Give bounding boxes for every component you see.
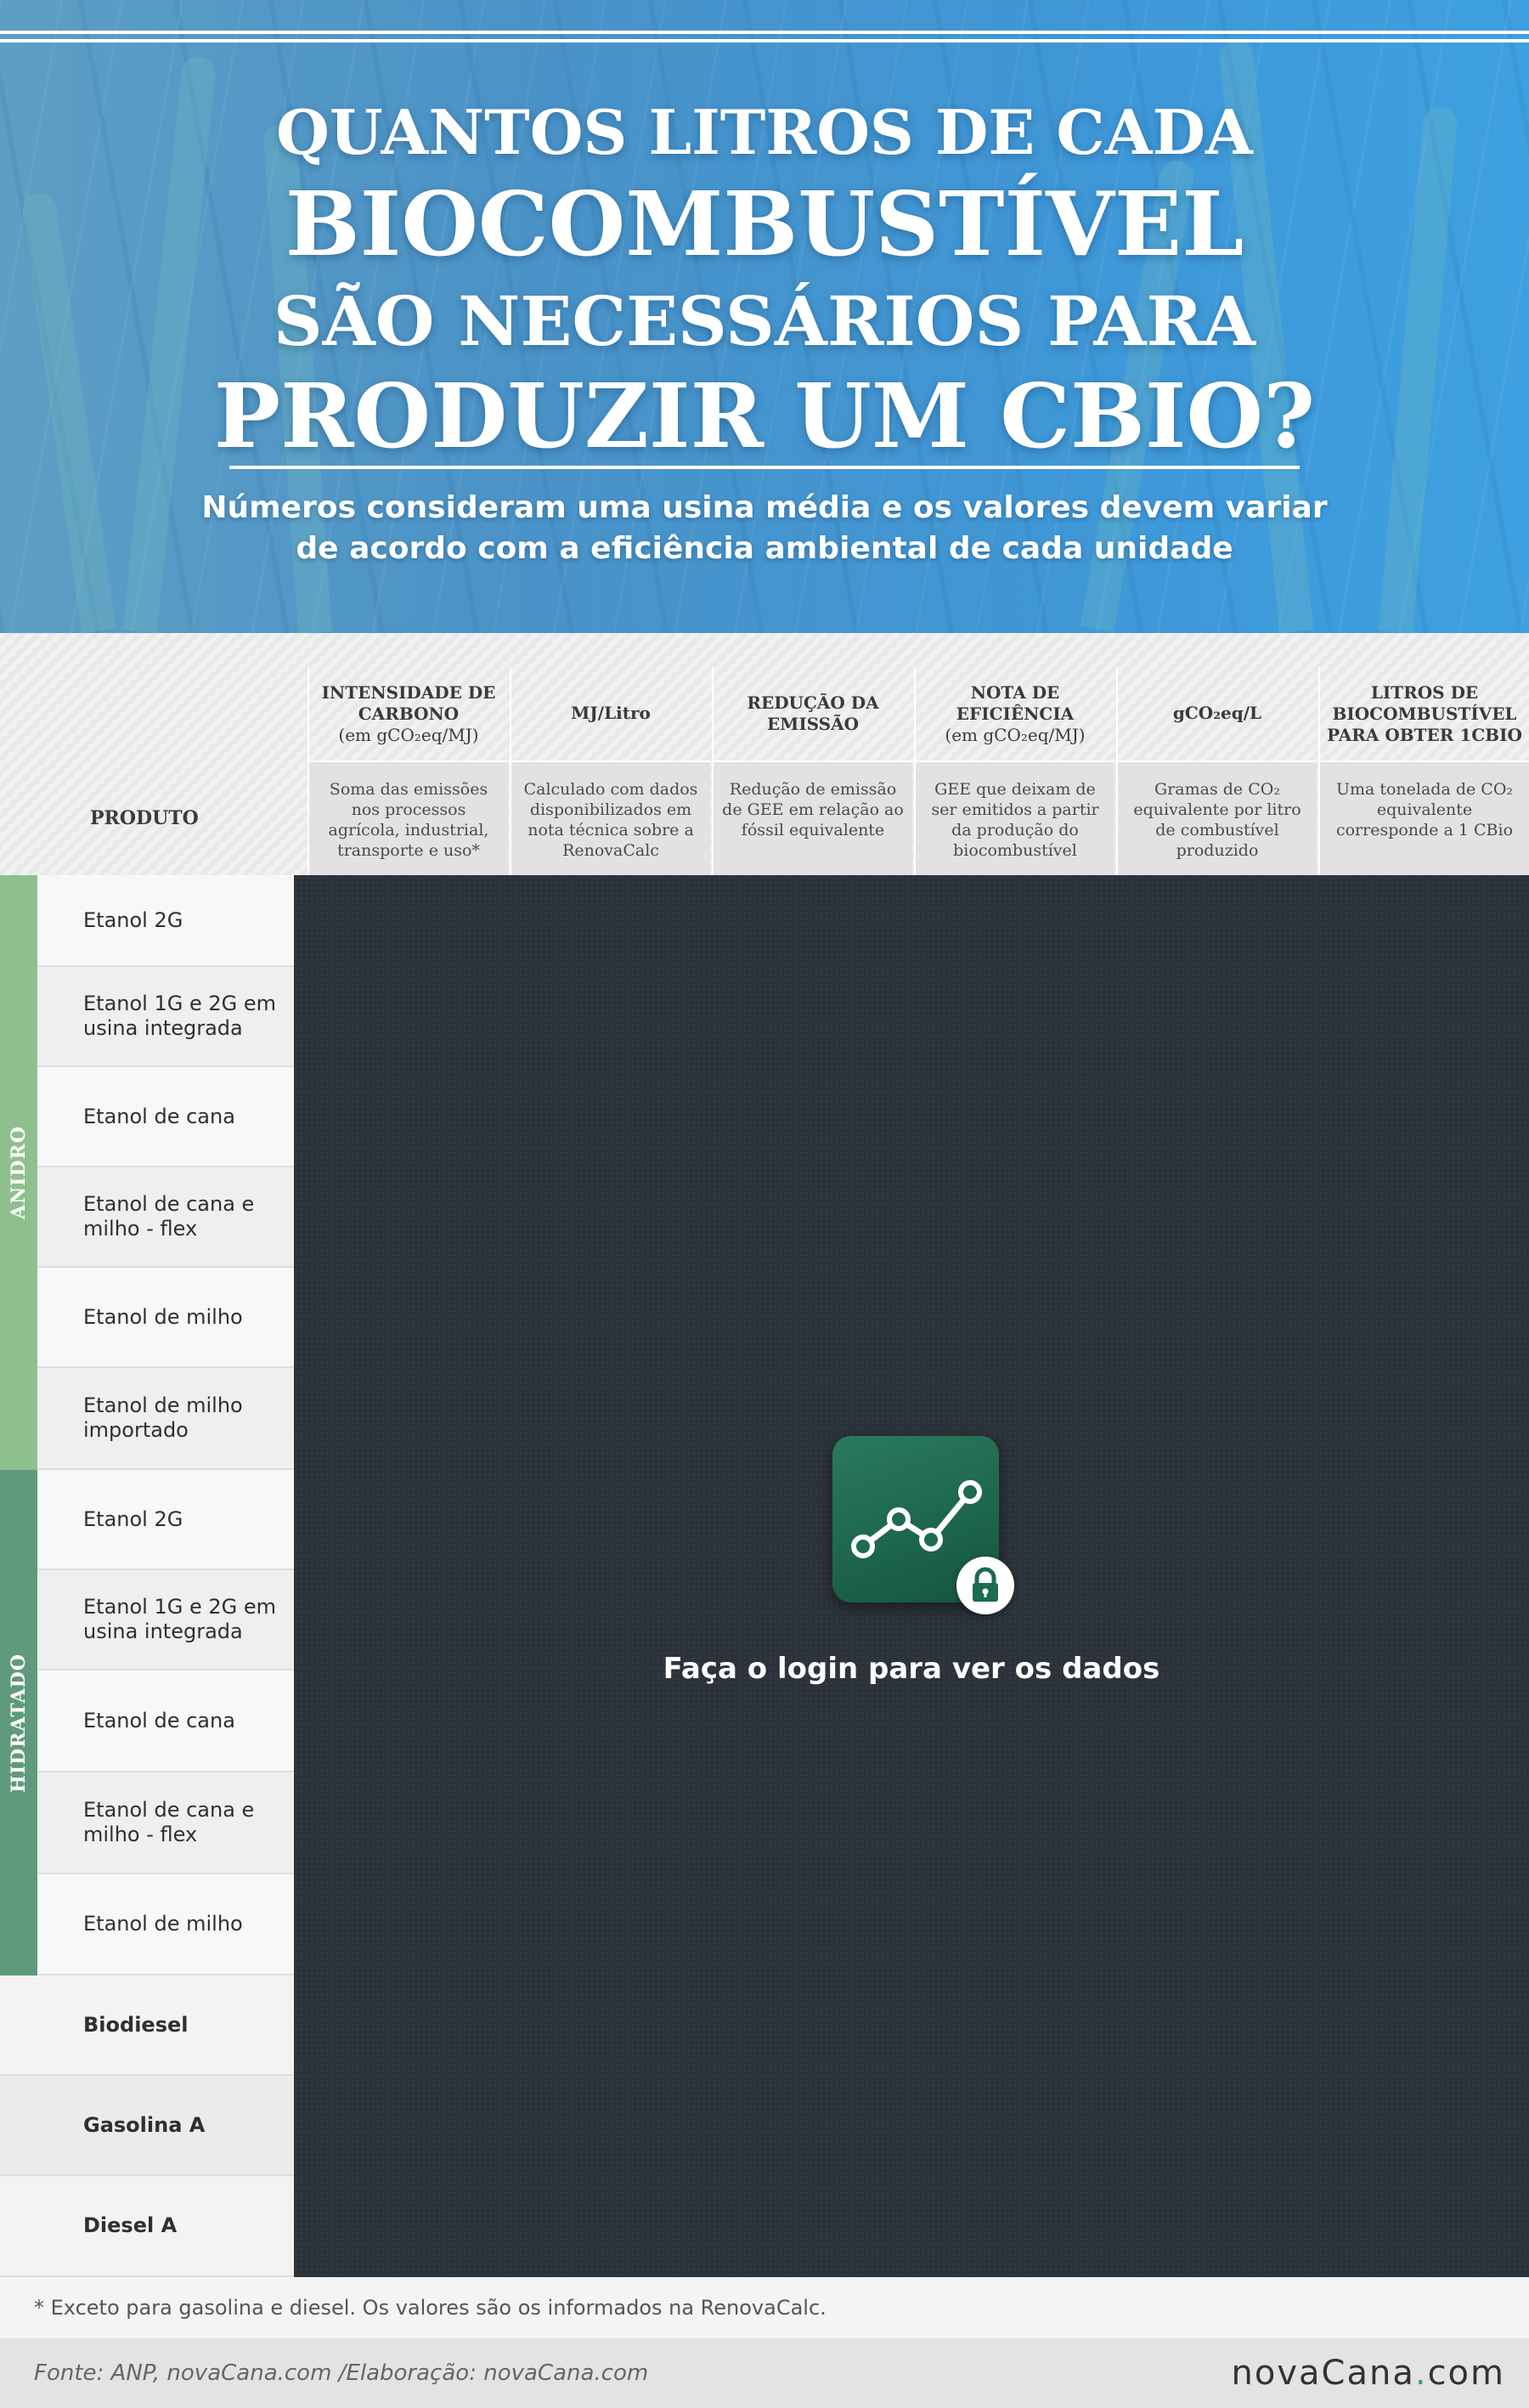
hero-banner: QUANTOS LITROS DE CADA BIOCOMBUSTÍVEL SÃ… xyxy=(0,0,1529,633)
row-label: Etanol 1G e 2G em usina integrada xyxy=(83,992,277,1040)
source-text: Fonte: ANP, novaCana.com /Elaboração: no… xyxy=(34,2360,649,2386)
page-title: QUANTOS LITROS DE CADA BIOCOMBUSTÍVEL SÃ… xyxy=(0,102,1529,461)
column-header: NOTA DE EFICIÊNCIA (em gCO₂eq/MJ) xyxy=(916,667,1114,760)
row-label: Etanol de milho importado xyxy=(83,1393,243,1442)
table-row: Diesel A xyxy=(0,2176,294,2277)
row-label: Etanol de cana xyxy=(83,1708,235,1733)
table-row: Etanol de cana xyxy=(37,1670,294,1772)
column-reducao-emissao: REDUÇÃO DA EMISSÃO Redução de emissão de… xyxy=(712,667,912,875)
column-title: REDUÇÃO DA EMISSÃO xyxy=(747,692,879,734)
footnote: * Exceto para gasolina e diesel. Os valo… xyxy=(0,2277,1529,2338)
column-description: Gramas de CO₂ equivalente por litro de c… xyxy=(1118,760,1317,875)
group-label-hidratado: HIDRATADO xyxy=(8,1653,30,1793)
table-row: Etanol de milho importado xyxy=(37,1368,294,1470)
row-label: Etanol 1G e 2G em usina integrada xyxy=(83,1595,277,1643)
column-description: Redução de emissão de GEE em relação ao … xyxy=(714,760,912,875)
table-row: Etanol 1G e 2G em usina integrada xyxy=(37,967,294,1067)
column-title: MJ/Litro xyxy=(571,703,651,723)
produto-column-label: PRODUTO xyxy=(90,807,199,829)
row-label: Etanol de milho xyxy=(83,1912,243,1936)
column-title: INTENSIDADE DE CARBONO xyxy=(321,682,496,724)
column-header: gCO₂eq/L xyxy=(1118,667,1317,760)
row-label: Etanol de cana e milho - flex xyxy=(83,1798,255,1846)
column-title: LITROS DE BIOCOMBUSTÍVEL PARA OBTER 1CBI… xyxy=(1327,682,1522,745)
group-label-anidro: ANIDRO xyxy=(8,1126,30,1219)
column-header: MJ/Litro xyxy=(511,667,710,760)
brand-tld: com xyxy=(1427,2354,1505,2393)
column-unit: (em gCO₂eq/MJ) xyxy=(338,725,479,745)
table-row: Biodiesel xyxy=(0,1976,294,2076)
column-header: INTENSIDADE DE CARBONO (em gCO₂eq/MJ) xyxy=(309,667,508,760)
column-description: Soma das emissões nos processos agrícola… xyxy=(309,760,508,875)
title-line-2: BIOCOMBUSTÍVEL xyxy=(285,172,1244,276)
column-gco2eq-l: gCO₂eq/L Gramas de CO₂ equivalente por l… xyxy=(1116,667,1317,875)
column-mj-litro: MJ/Litro Calculado com dados disponibili… xyxy=(510,667,710,875)
row-label: Gasolina A xyxy=(83,2112,206,2137)
table-row: Etanol de cana e milho - flex xyxy=(37,1772,294,1874)
table-row: Gasolina A xyxy=(0,2076,294,2176)
table-row: Etanol de milho xyxy=(37,1874,294,1976)
login-prompt[interactable]: Faça o login para ver os dados xyxy=(294,1652,1529,1686)
column-litros-cbio: LITROS DE BIOCOMBUSTÍVEL PARA OBTER 1CBI… xyxy=(1318,667,1529,875)
column-intensidade-carbono: INTENSIDADE DE CARBONO (em gCO₂eq/MJ) So… xyxy=(307,667,508,875)
row-label: Etanol 2G xyxy=(83,1506,183,1531)
column-description: Calculado com dados disponibilizados em … xyxy=(511,760,710,875)
title-line-4: PRODUZIR UM CBIO? xyxy=(213,364,1316,468)
subtitle-line-1: Números consideram uma usina média e os … xyxy=(201,490,1328,525)
group-bar-anidro: ANIDRO xyxy=(0,875,37,1470)
page-subtitle: Números consideram uma usina média e os … xyxy=(0,488,1529,569)
title-line-1: QUANTOS LITROS DE CADA xyxy=(276,96,1253,168)
column-unit: (em gCO₂eq/MJ) xyxy=(945,725,1086,745)
group-bar-hidratado: HIDRATADO xyxy=(0,1470,37,1976)
column-description: GEE que deixam de ser emitidos a partir … xyxy=(916,760,1114,875)
subtitle-line-2: de acordo com a eficiência ambiental de … xyxy=(296,531,1233,566)
column-header: REDUÇÃO DA EMISSÃO xyxy=(714,667,912,760)
column-title: gCO₂eq/L xyxy=(1172,703,1262,723)
row-label: Etanol de cana xyxy=(83,1104,235,1128)
column-header: LITROS DE BIOCOMBUSTÍVEL PARA OBTER 1CBI… xyxy=(1320,667,1529,760)
row-label: Biodiesel xyxy=(83,2012,189,2037)
source-bar: Fonte: ANP, novaCana.com /Elaboração: no… xyxy=(0,2338,1529,2408)
row-label: Etanol 2G xyxy=(83,907,183,932)
table-row: Etanol de milho xyxy=(37,1268,294,1368)
column-nota-eficiencia: NOTA DE EFICIÊNCIA (em gCO₂eq/MJ) GEE qu… xyxy=(914,667,1114,875)
column-description: Uma tonelada de CO₂ equivalente correspo… xyxy=(1320,760,1529,875)
table-row: Etanol 2G xyxy=(37,875,294,967)
title-line-3: SÃO NECESSÁRIOS PARA xyxy=(273,281,1256,361)
table-row: Etanol 1G e 2G em usina integrada xyxy=(37,1570,294,1670)
brand-name: novaCana xyxy=(1231,2354,1415,2393)
row-label: Etanol de milho xyxy=(83,1304,243,1329)
table-row: Etanol 2G xyxy=(37,1470,294,1570)
row-label: Diesel A xyxy=(83,2213,178,2237)
table-row: Etanol de cana xyxy=(37,1067,294,1167)
table-row: Etanol de cana e milho - flex xyxy=(37,1167,294,1268)
brand-logo[interactable]: novaCana. com xyxy=(1232,2338,1505,2408)
lock-icon xyxy=(956,1557,1014,1614)
row-label: Etanol de cana e milho - flex xyxy=(83,1192,255,1241)
column-title: NOTA DE EFICIÊNCIA xyxy=(956,682,1075,724)
brand-dot: . xyxy=(1414,2354,1428,2393)
title-divider xyxy=(229,466,1300,469)
